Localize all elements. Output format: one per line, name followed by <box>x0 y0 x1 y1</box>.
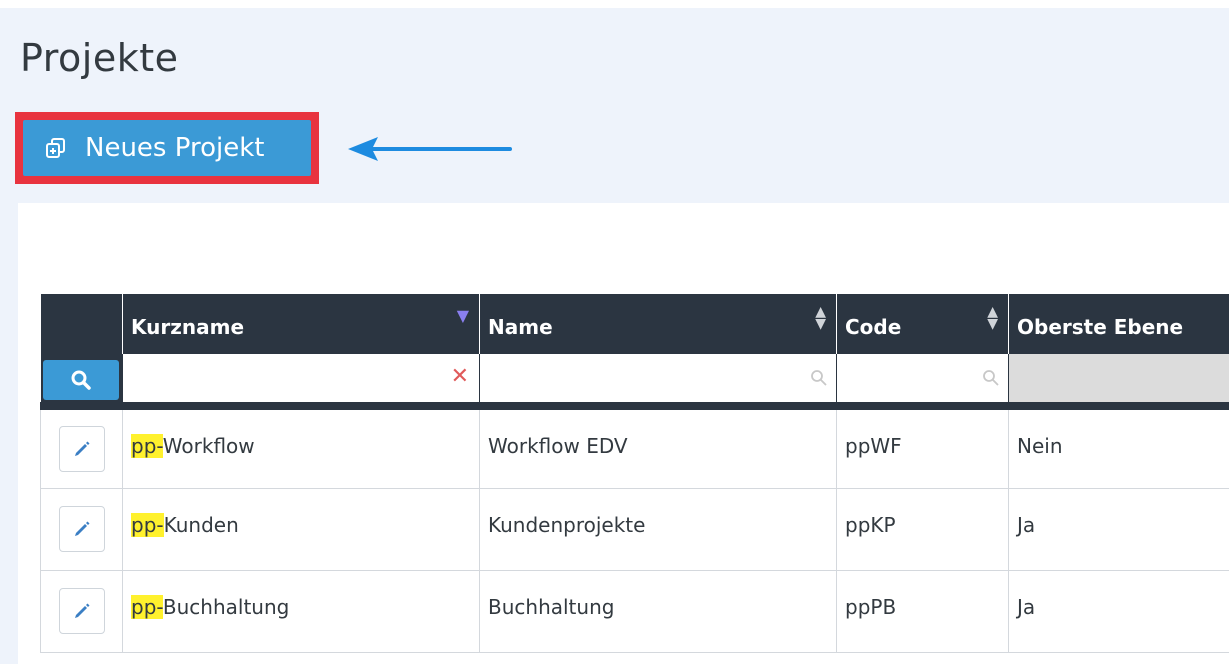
column-header-actions <box>40 294 123 354</box>
kurzname-text: Kunden <box>163 512 239 537</box>
kurzname-filter-input[interactable] <box>127 360 449 400</box>
filter-row: ✕ <box>40 354 1229 410</box>
cell-oberste-ebene: Ja <box>1008 570 1229 653</box>
edit-button[interactable] <box>58 588 105 634</box>
cell-name: Kundenprojekte <box>479 488 837 571</box>
kurzname-text: Workflow <box>162 434 255 458</box>
arrow-left-icon <box>348 137 512 161</box>
search-icon <box>811 370 827 386</box>
column-header-code[interactable]: Code ▲ ▼ <box>836 294 1009 354</box>
search-button[interactable] <box>42 360 119 400</box>
column-header-name[interactable]: Name ▲ ▼ <box>479 294 837 354</box>
search-icon <box>71 370 91 390</box>
table-row: pp-Kunden Kundenprojekte ppKP Ja <box>40 488 1229 571</box>
cell-code: ppWF <box>836 406 1009 489</box>
cell-code: ppPB <box>836 570 1009 653</box>
column-label: Code <box>845 315 902 339</box>
pencil-icon <box>74 603 89 618</box>
search-highlight: pp- <box>131 594 163 619</box>
cell-kurzname: pp-Kunden <box>122 488 480 571</box>
new-project-button[interactable]: Neues Projekt <box>23 120 311 176</box>
code-filter-input[interactable] <box>841 360 978 400</box>
pencil-icon <box>74 521 89 536</box>
column-label: Name <box>488 315 553 339</box>
search-highlight: pp- <box>131 434 163 458</box>
cell-oberste-ebene: Nein <box>1008 406 1229 489</box>
page-title: Projekte <box>20 36 179 80</box>
highlight-frame: Neues Projekt <box>15 112 319 184</box>
edit-button[interactable] <box>58 506 105 552</box>
clear-icon[interactable]: ✕ <box>451 364 469 389</box>
search-icon <box>983 370 999 386</box>
row-action-cell <box>40 570 123 653</box>
column-header-oberste-ebene[interactable]: Oberste Ebene <box>1008 294 1229 354</box>
search-highlight: pp- <box>131 512 164 537</box>
projects-table: Kurzname ▼ Name ▲ ▼ Code ▲ ▼ Oberste Ebene <box>40 294 1229 653</box>
sort-desc-icon: ▼ <box>456 306 469 325</box>
filter-cell-kurzname: ✕ <box>122 354 480 410</box>
column-label: Oberste Ebene <box>1017 315 1184 339</box>
pencil-icon <box>74 441 89 456</box>
cell-kurzname: pp-Workflow <box>122 406 480 489</box>
sort-icon: ▲ ▼ <box>815 304 826 332</box>
filter-cell-name <box>479 354 837 410</box>
new-project-label: Neues Projekt <box>85 133 265 163</box>
name-filter-input[interactable] <box>484 360 806 400</box>
filter-cell-code <box>836 354 1009 410</box>
cell-oberste-ebene: Ja <box>1008 488 1229 571</box>
column-label: Kurzname <box>131 315 245 339</box>
filter-action-cell <box>40 354 123 410</box>
row-action-cell <box>40 488 123 571</box>
filter-cell-oberste-ebene <box>1008 354 1229 410</box>
cell-name: Workflow EDV <box>479 406 837 489</box>
edit-button[interactable] <box>58 425 105 472</box>
copy-icon <box>46 138 65 158</box>
row-action-cell <box>40 406 123 489</box>
table-row: pp-Buchhaltung Buchhaltung ppPB Ja <box>40 570 1229 653</box>
cell-name: Buchhaltung <box>479 570 837 653</box>
cell-kurzname: pp-Buchhaltung <box>122 570 480 653</box>
cell-code: ppKP <box>836 488 1009 571</box>
sort-icon: ▲ ▼ <box>987 304 998 332</box>
table-row: pp-Workflow Workflow EDV ppWF Nein <box>40 406 1229 489</box>
table-header-row: Kurzname ▼ Name ▲ ▼ Code ▲ ▼ Oberste Ebene <box>40 294 1229 354</box>
column-header-kurzname[interactable]: Kurzname ▼ <box>122 294 480 354</box>
kurzname-text: Buchhaltung <box>162 594 290 619</box>
